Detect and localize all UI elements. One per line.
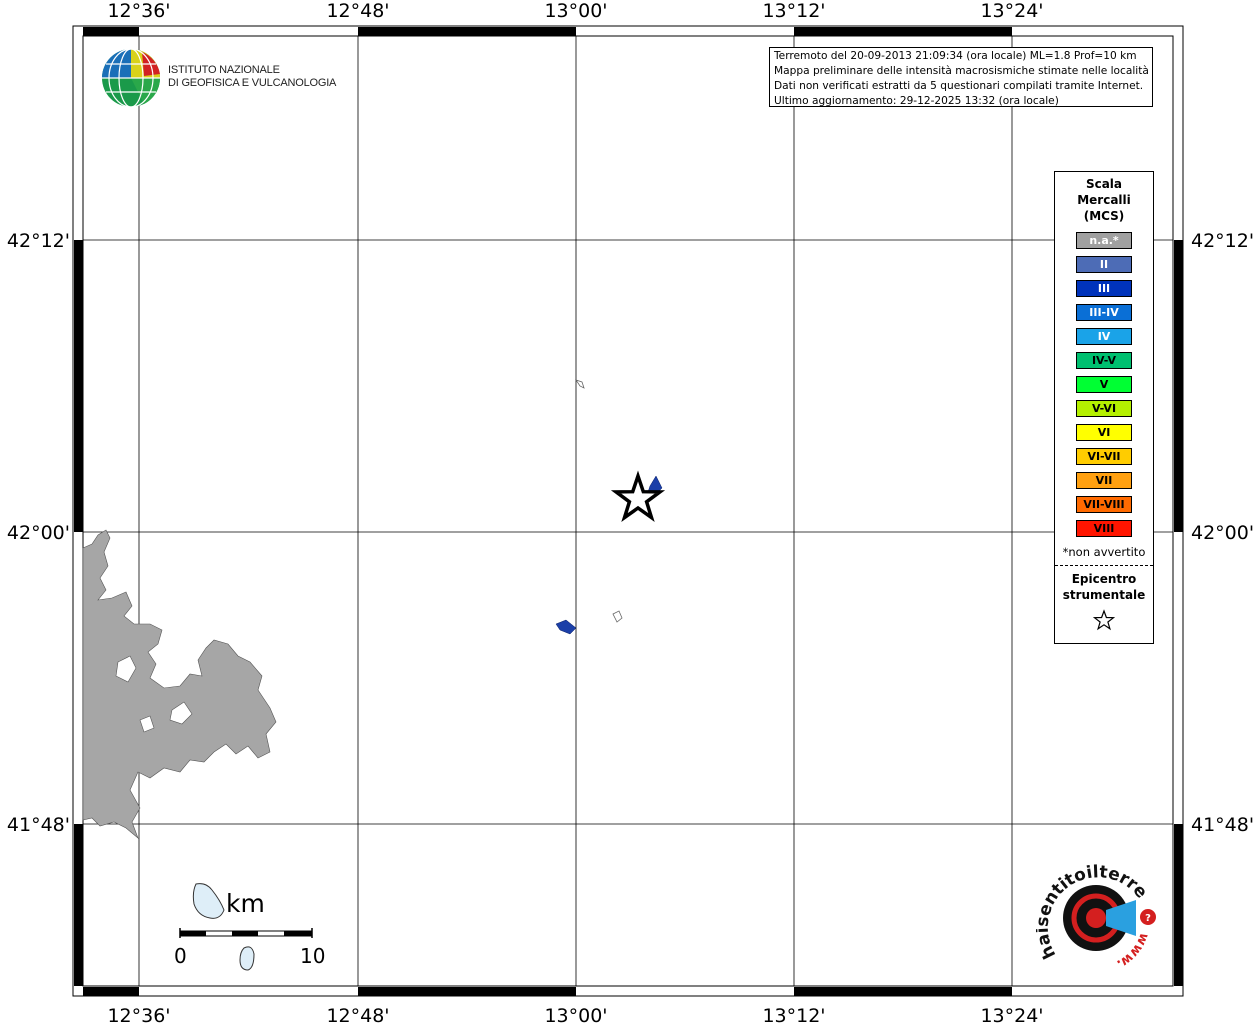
ingv-name: ISTITUTO NAZIONALE DI GEOFISICA E VULCAN… — [168, 64, 336, 90]
top-tick-label: 13°12' — [762, 0, 825, 22]
event-info-line3: Dati non verificati estratti da 5 questi… — [774, 80, 1144, 92]
left-tick-labels: 42°12' 42°00' 41°48' — [7, 230, 70, 836]
event-info-line2: Mappa preliminare delle intensità macros… — [774, 65, 1149, 77]
left-tick-label: 42°00' — [7, 522, 70, 544]
legend-title-line3: (MCS) — [1083, 209, 1125, 223]
bottom-tick-label: 13°24' — [980, 1005, 1043, 1024]
ingv-name-line2: DI GEOFISICA E VULCANOLOGIA — [168, 77, 337, 89]
scale-unit: km — [226, 889, 265, 918]
legend-epicenter-line2: strumentale — [1062, 588, 1146, 602]
legend-item: VI — [1076, 424, 1132, 441]
top-tick-label: 13°24' — [980, 0, 1043, 22]
right-tick-label: 41°48' — [1191, 814, 1254, 836]
left-tick-label: 41°48' — [7, 814, 70, 836]
legend-item: VI-VII — [1076, 448, 1132, 465]
ingv-name-line1: ISTITUTO NAZIONALE — [168, 64, 280, 76]
legend-item: II — [1076, 256, 1132, 273]
event-info-line1: Terremoto del 20-09-2013 21:09:34 (ora l… — [774, 50, 1137, 62]
legend-item: V — [1076, 376, 1132, 393]
ingv-globe-icon — [102, 48, 161, 108]
mcs-legend: Scala Mercalli (MCS) n.a.* II III III-IV IV I… — [1054, 171, 1154, 644]
bottom-tick-label: 13°12' — [762, 1005, 825, 1024]
event-info-line4: Ultimo aggiornamento: 29-12-2025 13:32 (… — [774, 95, 1059, 107]
legend-item: III — [1076, 280, 1132, 297]
legend-title-line1: Scala — [1085, 177, 1123, 191]
top-tick-label: 12°48' — [326, 0, 389, 22]
legend-star-icon — [1092, 609, 1116, 631]
hsit-logo: ? haisentitoilterremoto.it www. — [1036, 860, 1156, 972]
lake-icon — [239, 946, 255, 971]
right-tick-label: 42°12' — [1191, 230, 1254, 252]
legend-item: VII — [1076, 472, 1132, 489]
bottom-tick-label: 12°36' — [107, 1005, 170, 1024]
legend-item: VIII — [1076, 520, 1132, 537]
legend-star — [1055, 609, 1153, 635]
top-tick-label: 13°00' — [544, 0, 607, 22]
legend-title: Scala Mercalli (MCS) — [1055, 176, 1153, 224]
top-tick-label: 12°36' — [107, 0, 170, 22]
legend-epicenter-title: Epicentro strumentale — [1055, 571, 1153, 603]
svg-text:?: ? — [1145, 913, 1151, 924]
top-tick-labels: 12°36' 12°48' 13°00' 13°12' 13°24' — [107, 0, 1043, 22]
bottom-tick-label: 12°48' — [326, 1005, 389, 1024]
legend-item: VII-VIII — [1076, 496, 1132, 513]
legend-title-line2: Mercalli — [1077, 193, 1131, 207]
legend-epicenter-line1: Epicentro — [1071, 572, 1137, 586]
lake-icon — [192, 883, 225, 919]
scale-end: 10 — [300, 944, 326, 968]
legend-item: n.a.* — [1076, 232, 1132, 249]
legend-item: III-IV — [1076, 304, 1132, 321]
legend-divider — [1055, 565, 1153, 566]
legend-note: *non avvertito — [1062, 545, 1146, 559]
left-tick-label: 42°12' — [7, 230, 70, 252]
bottom-tick-label: 13°00' — [544, 1005, 607, 1024]
bottom-tick-labels: 12°36' 12°48' 13°00' 13°12' 13°24' — [107, 1005, 1043, 1024]
right-tick-label: 42°00' — [1191, 522, 1254, 544]
legend-items: n.a.* II III III-IV IV IV-V V V-VI VI VI-VII VII VI… — [1055, 232, 1153, 537]
scale-start: 0 — [174, 944, 187, 968]
right-tick-labels: 42°12' 42°00' 41°48' — [1191, 230, 1254, 836]
event-info-box: Terremoto del 20-09-2013 21:09:34 (ora l… — [769, 47, 1153, 107]
legend-item: V-VI — [1076, 400, 1132, 417]
legend-item: IV — [1076, 328, 1132, 345]
legend-item: IV-V — [1076, 352, 1132, 369]
